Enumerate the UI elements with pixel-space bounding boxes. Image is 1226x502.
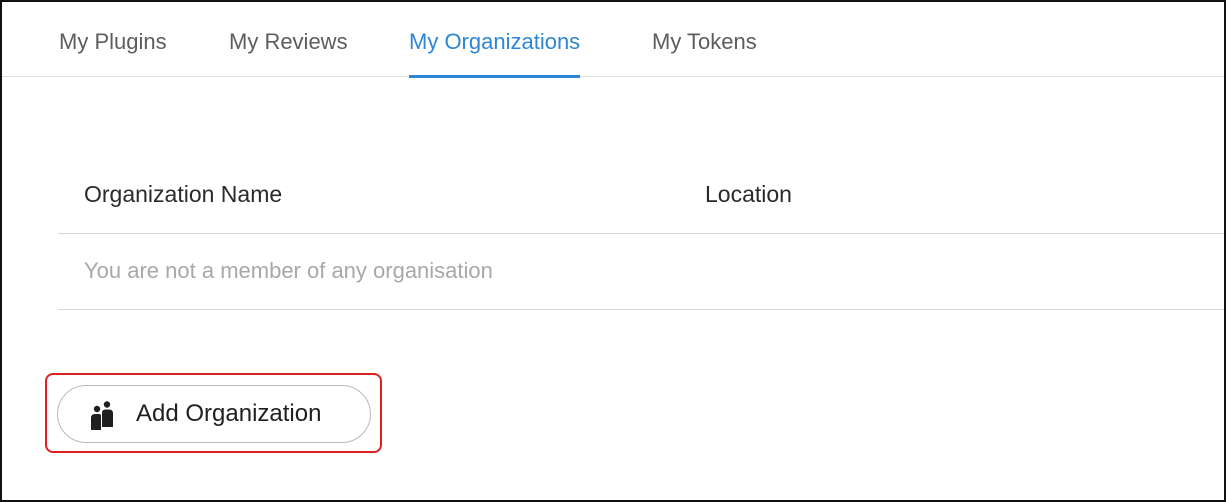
- add-organization-button[interactable]: Add Organization: [57, 385, 371, 443]
- empty-state-message: You are not a member of any organisation: [84, 258, 493, 283]
- tab-my-organizations[interactable]: My Organizations: [409, 2, 581, 78]
- group-icon: [88, 400, 118, 430]
- table-empty-row: You are not a member of any organisation: [58, 234, 1224, 310]
- table-header: Organization Name Location: [58, 154, 1224, 234]
- tab-my-reviews[interactable]: My Reviews: [229, 2, 348, 77]
- add-organization-label: Add Organization: [136, 400, 322, 427]
- tab-my-plugins[interactable]: My Plugins: [59, 2, 167, 77]
- tab-my-tokens[interactable]: My Tokens: [652, 2, 757, 77]
- column-header-organization-name: Organization Name: [84, 181, 283, 207]
- tab-bar: My Plugins My Reviews My Organizations M…: [2, 2, 1224, 78]
- column-header-location: Location: [705, 181, 792, 207]
- organizations-table: Organization Name Location You are not a…: [58, 154, 1224, 310]
